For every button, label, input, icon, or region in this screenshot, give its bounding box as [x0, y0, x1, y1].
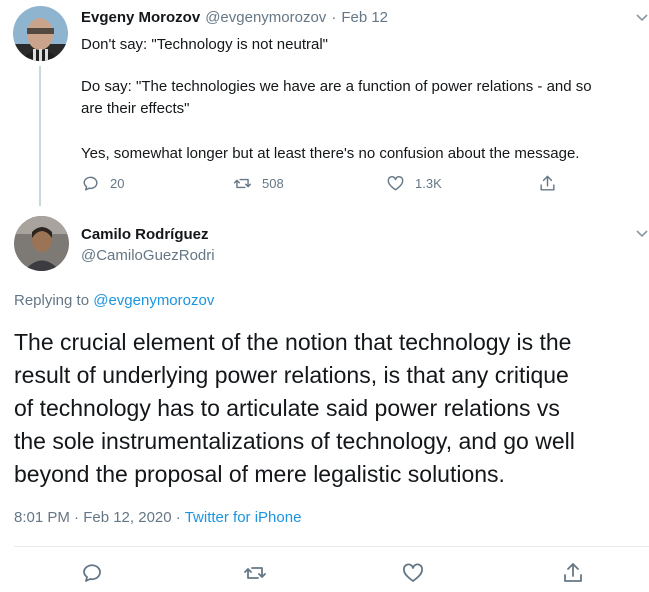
heart-icon — [403, 563, 423, 582]
reply-text-line-5: beyond the proposal of mere legalistic s… — [14, 461, 505, 487]
parent-tweet-line-4: Yes, somewhat longer but at least there'… — [81, 145, 580, 162]
replying-to-handle[interactable]: @evgenymorozov — [93, 292, 214, 309]
avatar-evgeny[interactable] — [13, 6, 68, 61]
share-button[interactable] — [538, 174, 567, 193]
reply-tweet-share-button[interactable] — [561, 561, 585, 585]
like-button[interactable]: 1.3K — [386, 174, 442, 193]
tweet-meta: 8:01 PM · Feb 12, 2020 · Twitter for iPh… — [14, 509, 301, 526]
retweet-icon — [233, 178, 252, 189]
tweet-date[interactable]: Feb 12 — [341, 9, 388, 26]
reply-text-line-3: of technology has to articulate said pow… — [14, 395, 560, 421]
heart-icon — [387, 176, 404, 191]
reply-icon — [83, 176, 98, 191]
reply-author-handle[interactable]: @CamiloGuezRodri — [81, 247, 215, 264]
reply-author-name[interactable]: Camilo Rodríguez — [81, 226, 209, 243]
share-icon — [564, 563, 582, 582]
parent-tweet-line-3: are their effects" — [81, 100, 190, 117]
author-name[interactable]: Evgeny Morozov — [81, 9, 200, 26]
retweet-button[interactable]: 508 — [233, 174, 284, 193]
retweet-icon — [244, 567, 266, 579]
reply-tweet-reply-button[interactable] — [80, 561, 104, 585]
parent-tweet-line-1: Don't say: "Technology is not neutral" — [81, 36, 328, 53]
like-count: 1.3K — [415, 176, 442, 191]
reply-text-line-2: result of underlying power relations, is… — [14, 362, 569, 388]
replying-to-label: Replying to — [14, 292, 90, 309]
reply-count: 20 — [110, 176, 125, 191]
reply-chevron-down-icon[interactable] — [635, 226, 649, 244]
retweet-count: 508 — [262, 176, 284, 191]
reply-button[interactable]: 20 — [81, 174, 124, 193]
header-separator: · — [331, 9, 337, 26]
reply-tweet-like-button[interactable] — [401, 561, 425, 585]
chevron-down-icon[interactable] — [635, 10, 649, 28]
parent-tweet-header: Evgeny Morozov @evgenymorozov · Feb 12 — [81, 9, 388, 26]
reply-tweet-retweet-button[interactable] — [243, 561, 267, 585]
reply-icon — [83, 564, 101, 582]
share-icon — [540, 175, 555, 191]
meta-separator: · — [175, 509, 181, 526]
reply-text-line-1: The crucial element of the notion that t… — [14, 329, 572, 355]
avatar-camilo[interactable] — [14, 216, 69, 271]
reply-text-line-4: the sole instrumentalizations of technol… — [14, 428, 575, 454]
author-handle[interactable]: @evgenymorozov — [205, 9, 326, 26]
tweet-timestamp[interactable]: 8:01 PM · Feb 12, 2020 — [14, 509, 172, 526]
thread-connector-line — [39, 66, 41, 206]
divider — [14, 546, 649, 547]
parent-tweet-line-2: Do say: "The technologies we have are a … — [81, 78, 592, 95]
tweet-source[interactable]: Twitter for iPhone — [185, 509, 302, 526]
replying-to-line: Replying to @evgenymorozov — [14, 292, 214, 309]
